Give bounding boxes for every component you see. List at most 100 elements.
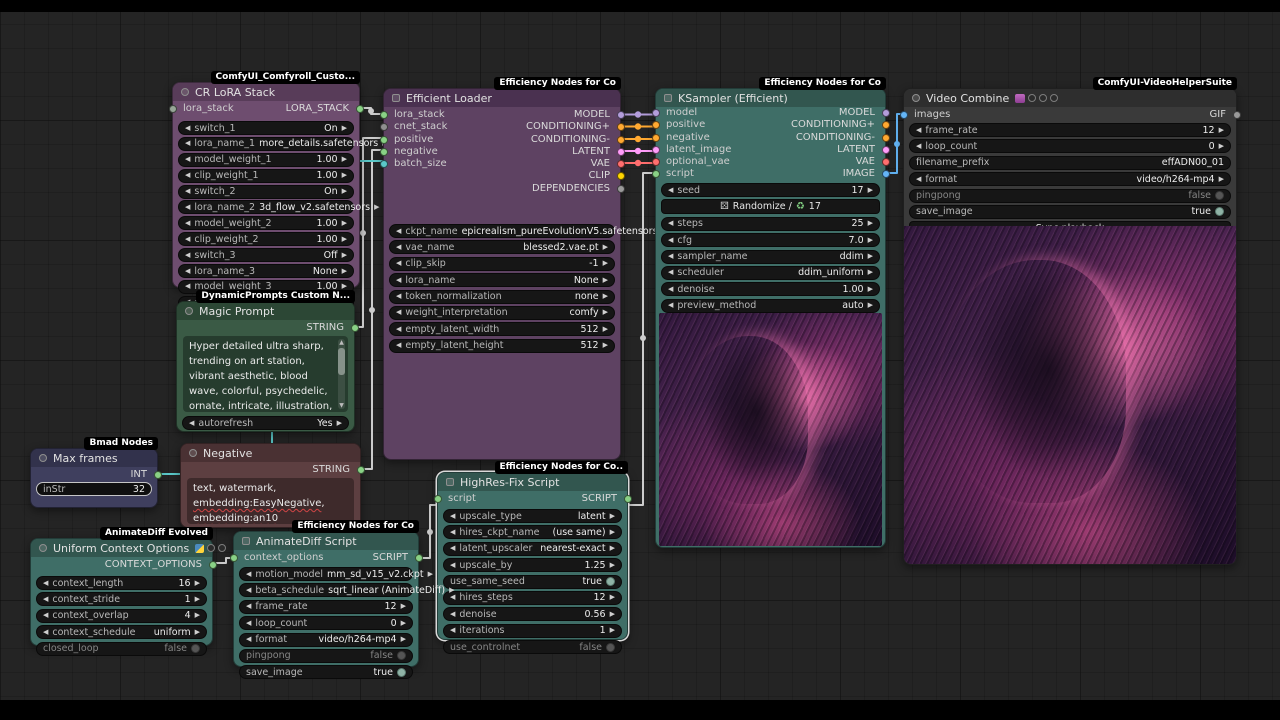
right-arrow-icon[interactable]: ▶ (603, 260, 608, 267)
right-arrow-icon[interactable]: ▶ (342, 268, 347, 275)
right-arrow-icon[interactable]: ▶ (195, 596, 200, 603)
widget-lora_name[interactable]: ◀lora_nameNone▶ (389, 273, 615, 287)
widget-filename_prefix[interactable]: filename_prefixeffADN00_01 (909, 156, 1231, 170)
widget-token_normalization[interactable]: ◀token_normalizationnone▶ (389, 290, 615, 304)
right-arrow-icon[interactable]: ▶ (868, 253, 873, 260)
input-port-images[interactable] (900, 111, 908, 119)
right-arrow-icon[interactable]: ▶ (603, 326, 608, 333)
left-arrow-icon[interactable]: ◀ (450, 627, 455, 634)
right-arrow-icon[interactable]: ▶ (195, 612, 200, 619)
right-arrow-icon[interactable]: ▶ (1219, 176, 1224, 183)
widget-motion_model[interactable]: ◀motion_modelmm_sd_v15_v2.ckpt▶ (239, 567, 413, 581)
input-port-optional_vae[interactable] (652, 158, 660, 166)
output-port-DEPENDENCIES[interactable] (617, 185, 625, 193)
widget-hires_ckpt_name[interactable]: ◀hires_ckpt_name(use same)▶ (443, 525, 622, 539)
output-port-LATENT[interactable] (882, 146, 890, 154)
widget-autorefresh[interactable]: ◀autorefreshYes▶ (182, 416, 349, 430)
textarea-scrollbar[interactable]: ▲▼ (338, 339, 345, 409)
widget-lora_name_1[interactable]: ◀lora_name_1more_details.safetensors▶ (178, 137, 354, 151)
collapse-dot-icon[interactable] (446, 478, 454, 486)
input-port-lora_stack[interactable] (169, 105, 177, 113)
right-arrow-icon[interactable]: ▶ (610, 513, 615, 520)
widget-clip_skip[interactable]: ◀clip_skip-1▶ (389, 257, 615, 271)
widget-lora_name_3[interactable]: ◀lora_name_3None▶ (178, 264, 354, 278)
node-header[interactable]: Max frames (31, 449, 157, 467)
widget-preview_method[interactable]: ◀preview_methodauto▶ (661, 299, 880, 313)
input-port-lora_stack[interactable] (380, 111, 388, 119)
right-arrow-icon[interactable]: ▶ (603, 309, 608, 316)
widget-model_weight_2[interactable]: ◀model_weight_21.00▶ (178, 216, 354, 230)
left-arrow-icon[interactable]: ◀ (916, 143, 921, 150)
output-port-VAE[interactable] (882, 158, 890, 166)
left-arrow-icon[interactable]: ◀ (185, 204, 190, 211)
input-port-positive[interactable] (652, 121, 660, 129)
right-arrow-icon[interactable]: ▶ (342, 172, 347, 179)
left-arrow-icon[interactable]: ◀ (189, 420, 194, 427)
right-arrow-icon[interactable]: ▶ (342, 125, 347, 132)
input-port-positive[interactable] (380, 136, 388, 144)
widget-sampler_name[interactable]: ◀sampler_nameddim▶ (661, 250, 880, 264)
right-arrow-icon[interactable]: ▶ (610, 594, 615, 601)
input-port-batch_size[interactable] (380, 160, 388, 168)
node-cr-lora-stack[interactable]: ComfyUI_Comfyroll_Custo... CR LoRA Stack… (172, 82, 360, 288)
left-arrow-icon[interactable]: ◀ (450, 529, 455, 536)
widget-save_image[interactable]: save_imagetrue (909, 205, 1231, 219)
output-port-CONDITIONING-[interactable] (882, 134, 890, 142)
right-arrow-icon[interactable]: ▶ (610, 545, 615, 552)
widget-hires_steps[interactable]: ◀hires_steps12▶ (443, 591, 622, 605)
node-uniform-context-options[interactable]: AnimateDiff Evolved Uniform Context Opti… (30, 538, 213, 646)
scroll-up-icon[interactable]: ▲ (338, 339, 345, 346)
toggle-knob-icon[interactable] (1215, 207, 1224, 216)
widget-ckpt_name[interactable]: ◀ckpt_nameepicrealism_pureEvolutionV5.sa… (389, 224, 615, 238)
widget-seed[interactable]: ◀seed17▶ (661, 183, 880, 197)
node-header[interactable]: HighRes-Fix Script (438, 473, 627, 491)
left-arrow-icon[interactable]: ◀ (668, 187, 673, 194)
output-port-SCRIPT[interactable] (415, 554, 423, 562)
right-arrow-icon[interactable]: ▶ (401, 620, 406, 627)
node-highres-fix-script[interactable]: Efficiency Nodes for Co.. HighRes-Fix Sc… (437, 472, 628, 640)
left-arrow-icon[interactable]: ◀ (450, 513, 455, 520)
right-arrow-icon[interactable]: ▶ (610, 611, 615, 618)
widget-clip_weight_1[interactable]: ◀clip_weight_11.00▶ (178, 169, 354, 183)
widget-switch_1[interactable]: ◀switch_1On▶ (178, 121, 354, 135)
left-arrow-icon[interactable]: ◀ (185, 156, 190, 163)
widget-clip_weight_2[interactable]: ◀clip_weight_21.00▶ (178, 232, 354, 246)
widget-denoise[interactable]: ◀denoise1.00▶ (661, 282, 880, 296)
widget-frame_rate[interactable]: ◀frame_rate12▶ (909, 123, 1231, 137)
widget-use_controlnet[interactable]: use_controlnetfalse (443, 640, 622, 654)
widget-empty_latent_width[interactable]: ◀empty_latent_width512▶ (389, 322, 615, 336)
output-port-SCRIPT[interactable] (624, 495, 632, 503)
widget-upscale_by[interactable]: ◀upscale_by1.25▶ (443, 558, 622, 572)
widget-context_stride[interactable]: ◀context_stride1▶ (36, 592, 207, 606)
toggle-knob-icon[interactable] (606, 643, 615, 652)
collapse-dot-icon[interactable] (39, 454, 47, 462)
right-arrow-icon[interactable]: ▶ (374, 204, 379, 211)
input-port-negative[interactable] (380, 148, 388, 156)
widget-switch_3[interactable]: ◀switch_3Off▶ (178, 248, 354, 262)
collapse-dot-icon[interactable] (39, 544, 47, 552)
toggle-knob-icon[interactable] (1215, 191, 1224, 200)
widget-switch_2[interactable]: ◀switch_2On▶ (178, 185, 354, 199)
right-arrow-icon[interactable]: ▶ (449, 587, 454, 594)
right-arrow-icon[interactable]: ▶ (1219, 143, 1224, 150)
widget-loop_count[interactable]: ◀loop_count0▶ (909, 139, 1231, 153)
left-arrow-icon[interactable]: ◀ (450, 594, 455, 601)
left-arrow-icon[interactable]: ◀ (668, 220, 673, 227)
node-header[interactable]: Video Combine (904, 89, 1236, 107)
widget-format[interactable]: ◀formatvideo/h264-mp4▶ (239, 633, 413, 647)
left-arrow-icon[interactable]: ◀ (916, 176, 921, 183)
left-arrow-icon[interactable]: ◀ (246, 587, 251, 594)
left-arrow-icon[interactable]: ◀ (396, 309, 401, 316)
node-magic-prompt[interactable]: DynamicPrompts Custom N... Magic Prompt … (176, 301, 355, 432)
node-header[interactable]: Efficient Loader (384, 89, 620, 107)
input-port-script[interactable] (652, 170, 660, 178)
left-arrow-icon[interactable]: ◀ (668, 253, 673, 260)
right-arrow-icon[interactable]: ▶ (342, 188, 347, 195)
output-port-INT[interactable] (154, 471, 162, 479)
collapse-dot-icon[interactable] (242, 537, 250, 545)
node-header[interactable]: AnimateDiff Script (234, 532, 418, 550)
input-port-cnet_stack[interactable] (380, 123, 388, 131)
right-arrow-icon[interactable]: ▶ (610, 562, 615, 569)
right-arrow-icon[interactable]: ▶ (603, 244, 608, 251)
toggle-knob-icon[interactable] (397, 651, 406, 660)
